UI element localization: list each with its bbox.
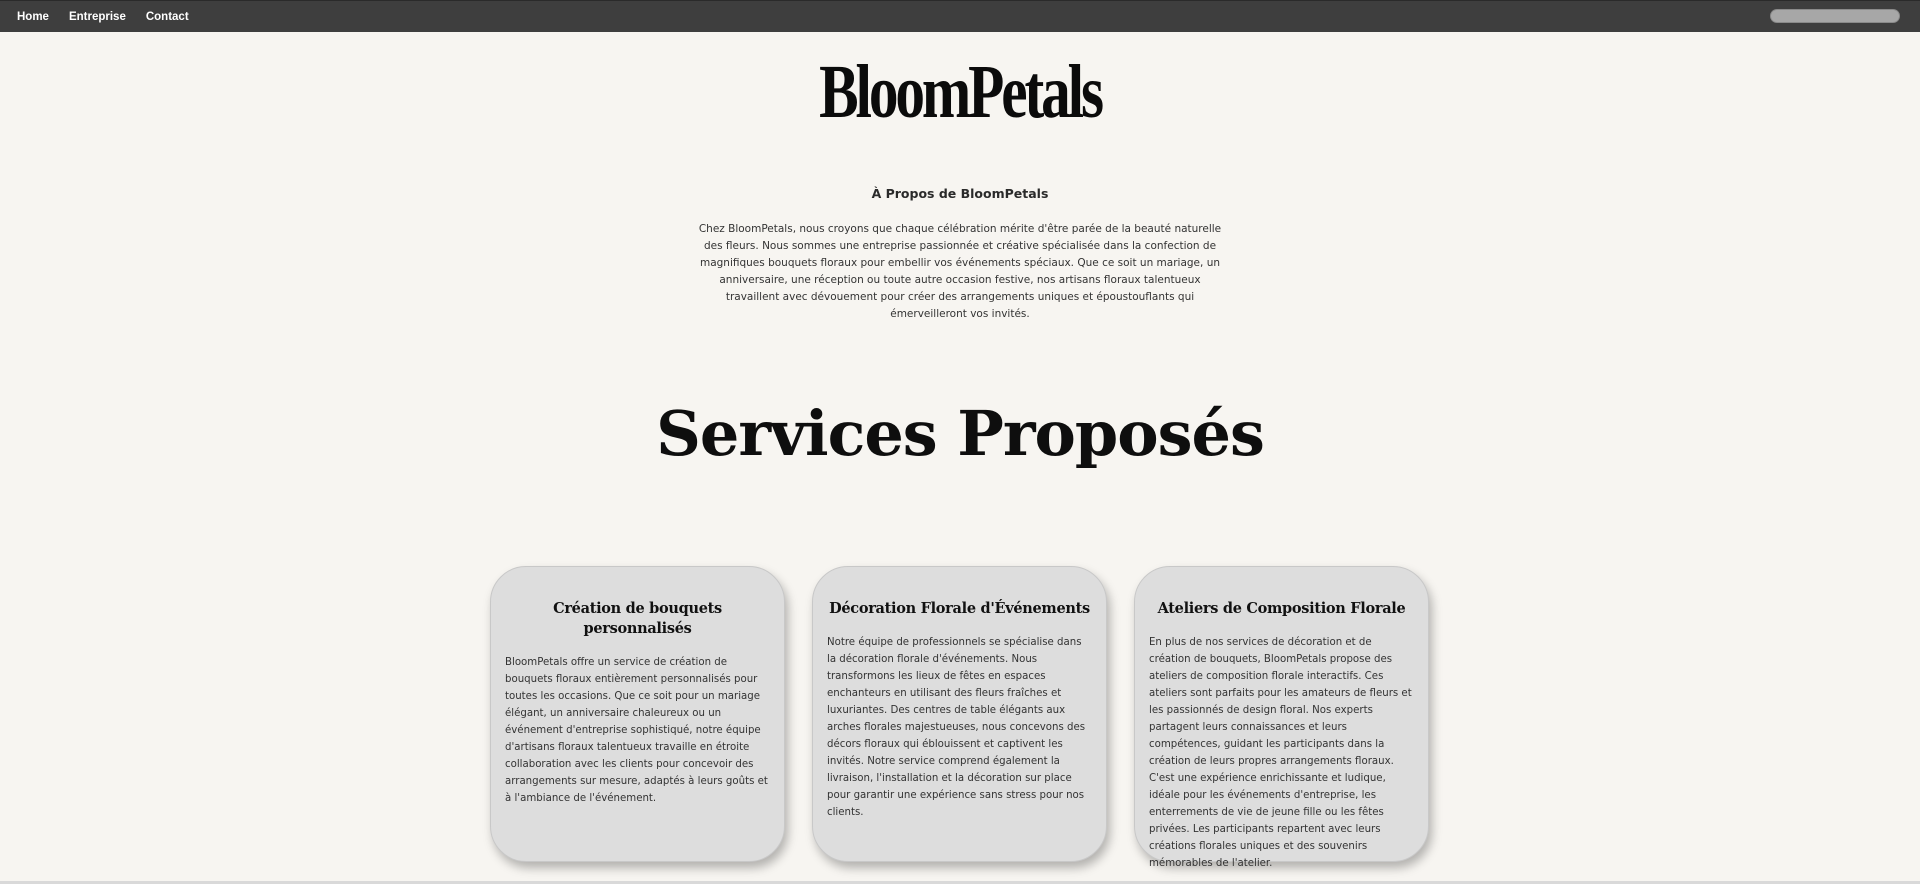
nav-link-entreprise[interactable]: Entreprise [69,11,126,23]
services-title: Services Proposés [656,397,1265,470]
nav-link-contact[interactable]: Contact [146,11,189,23]
service-card-bouquets: Création de bouquets personnalisés Bloom… [490,566,785,862]
service-card-title: Décoration Florale d'Événements [829,600,1090,617]
service-card-title: Ateliers de Composition Florale [1157,600,1406,617]
about-text: Chez BloomPetals, nous croyons que chaqu… [698,223,1222,320]
service-card-text: Notre équipe de professionnels se spécia… [827,637,1086,818]
nav-link-home[interactable]: Home [17,11,49,23]
service-card-text: En plus de nos services de décoration et… [1149,637,1412,869]
service-card-text: BloomPetals offre un service de création… [505,657,768,804]
service-card-decoration: Décoration Florale d'Événements Notre éq… [812,566,1107,862]
service-card-title: Création de bouquets personnalisés [553,600,722,637]
search-input[interactable] [1770,9,1900,23]
brand-logo: BloomPetals [819,50,1104,134]
service-card-ateliers: Ateliers de Composition Florale En plus … [1134,566,1429,869]
about-title: À Propos de BloomPetals [871,186,1049,201]
top-navbar: Home Entreprise Contact [0,0,1920,32]
nav-links: Home Entreprise Contact [17,1,189,33]
